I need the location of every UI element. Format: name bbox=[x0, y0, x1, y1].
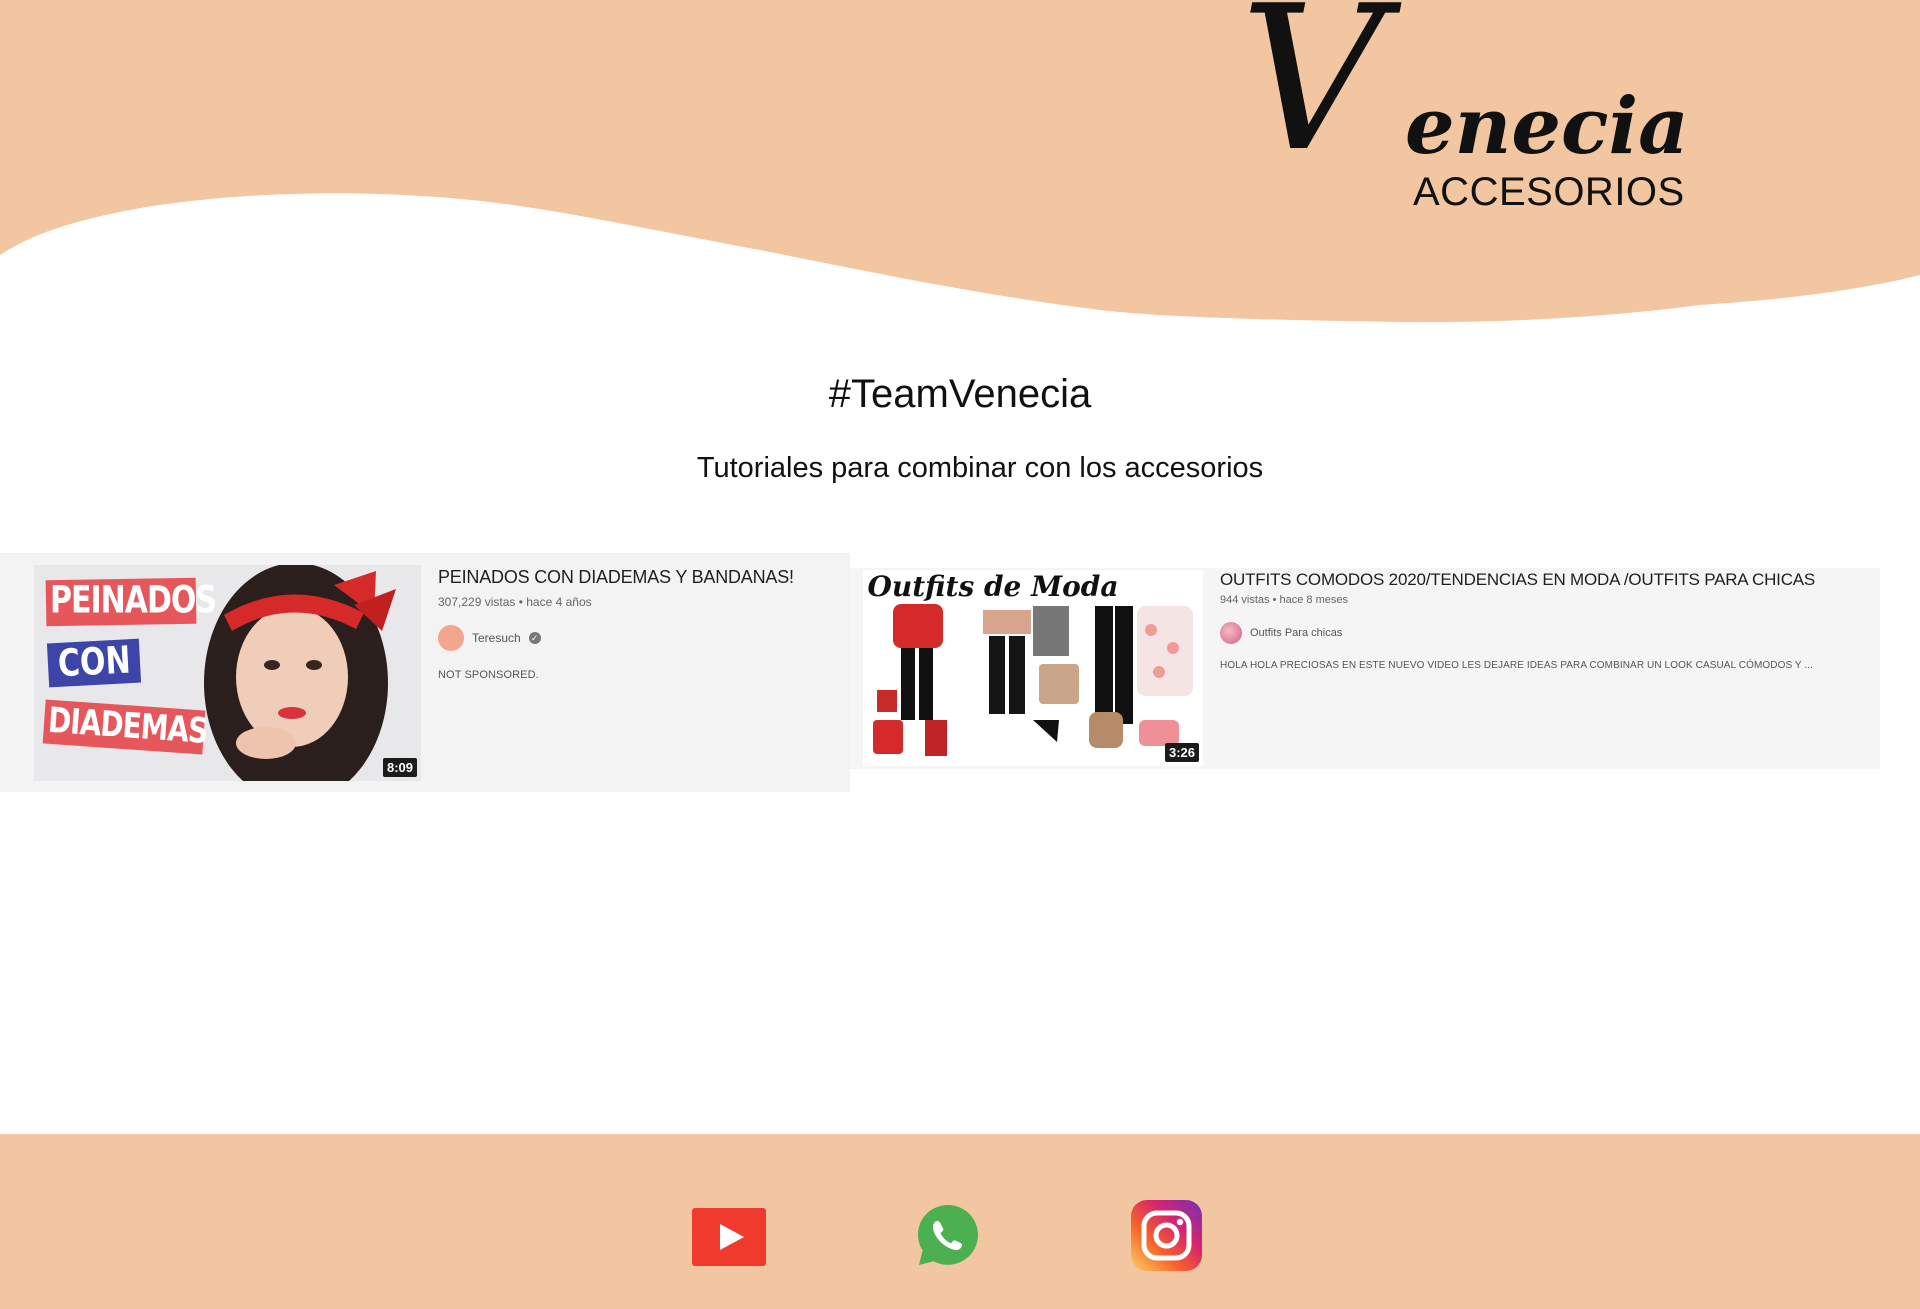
video-card-peinados[interactable]: PEINADOS CON DIADEMAS 8:09 PEINADOS CON … bbox=[0, 553, 850, 792]
channel-name[interactable]: Outfits Para chicas bbox=[1250, 627, 1342, 639]
section-title: #TeamVenecia bbox=[828, 372, 1092, 416]
video-channel[interactable]: Outfits Para chicas bbox=[1220, 622, 1342, 644]
channel-avatar[interactable] bbox=[438, 625, 464, 651]
channel-avatar[interactable] bbox=[1220, 622, 1242, 644]
logo-script-initial: V bbox=[1240, 0, 1384, 196]
video-title[interactable]: OUTFITS COMODOS 2020/TENDENCIAS EN MODA … bbox=[1220, 570, 1815, 590]
video-thumbnail[interactable]: Outfits de Moda 3:26 bbox=[863, 570, 1203, 766]
video-meta: 944 vistas • hace 8 meses bbox=[1220, 594, 1348, 606]
video-duration: 8:09 bbox=[382, 758, 417, 777]
video-channel[interactable]: Teresuch ✓ bbox=[438, 625, 541, 651]
footer bbox=[0, 1134, 1920, 1309]
brand-logo[interactable]: V enecia ACCESORIOS bbox=[1240, 0, 1700, 240]
youtube-icon[interactable] bbox=[692, 1208, 766, 1266]
channel-name[interactable]: Teresuch bbox=[472, 631, 521, 645]
thumbnail-word-1: PEINADOS bbox=[50, 578, 217, 623]
section-subtitle: Tutoriales para combinar con los accesor… bbox=[696, 452, 1264, 484]
thumbnail-title: Outfits de Moda bbox=[867, 570, 1119, 603]
video-thumbnail[interactable]: PEINADOS CON DIADEMAS 8:09 bbox=[34, 565, 421, 781]
logo-subtitle: ACCESORIOS bbox=[1413, 170, 1685, 214]
whatsapp-icon[interactable] bbox=[915, 1202, 981, 1268]
instagram-icon[interactable] bbox=[1131, 1200, 1202, 1271]
video-description: HOLA HOLA PRECIOSAS EN ESTE NUEVO VIDEO … bbox=[1220, 660, 1814, 671]
video-description: NOT SPONSORED. bbox=[438, 669, 539, 681]
thumbnail-word-2: CON bbox=[56, 638, 132, 687]
verified-icon: ✓ bbox=[528, 632, 541, 644]
video-card-outfits[interactable]: Outfits de Moda 3:26 OUTFITS COMODOS 202… bbox=[850, 568, 1880, 769]
video-duration: 3:26 bbox=[1164, 743, 1199, 762]
logo-script-rest: enecia bbox=[1405, 81, 1689, 172]
video-title[interactable]: PEINADOS CON DIADEMAS Y BANDANAS! bbox=[438, 567, 794, 588]
video-meta: 307,229 vistas • hace 4 años bbox=[438, 595, 592, 609]
